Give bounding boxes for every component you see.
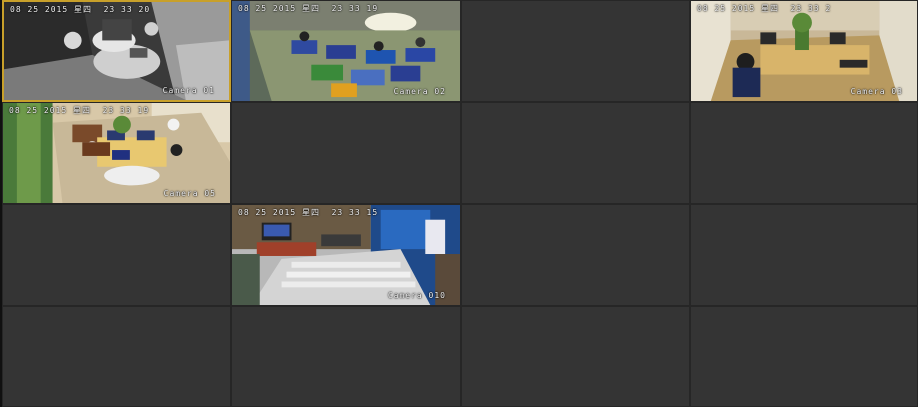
- camera-label: Camera 02: [393, 87, 446, 96]
- camera-tile-15[interactable]: [461, 306, 690, 407]
- camera-tile-6[interactable]: [231, 102, 461, 204]
- camera-tile-14[interactable]: [231, 306, 461, 407]
- camera-tile-2[interactable]: 08 25 2015 星四 23 33 19 Camera 02: [231, 0, 461, 102]
- camera-timestamp: 08 25 2015 星四 23 33 19: [9, 106, 150, 115]
- camera-feed-tatami-room: [691, 1, 917, 101]
- camera-timestamp: 08 25 2015 星四 23 33 2: [697, 4, 832, 13]
- camera-feed-lobby-stairs: [232, 205, 460, 305]
- camera-tile-5[interactable]: 08 25 2015 星四 23 33 19 Camera 05: [2, 102, 231, 204]
- camera-tile-9[interactable]: [2, 204, 231, 306]
- camera-feed-desk-group: [3, 103, 230, 203]
- camera-label: Camera 05: [163, 189, 216, 198]
- camera-grid: 08 25 2015 星四 23 33 20 Camera 01 08 25 2…: [0, 0, 918, 407]
- camera-tile-11[interactable]: [461, 204, 690, 306]
- camera-tile-12[interactable]: [690, 204, 918, 306]
- camera-tile-8[interactable]: [690, 102, 918, 204]
- camera-feed-cafe-room-wide: [232, 1, 460, 101]
- camera-label: Camera 01: [162, 86, 215, 95]
- camera-tile-7[interactable]: [461, 102, 690, 204]
- camera-tile-3[interactable]: [461, 0, 690, 102]
- camera-label: Camera 03: [850, 87, 903, 96]
- camera-timestamp: 08 25 2015 星四 23 33 15: [238, 208, 379, 217]
- camera-tile-16[interactable]: [690, 306, 918, 407]
- camera-tile-13[interactable]: [2, 306, 231, 407]
- camera-tile-10[interactable]: 08 25 2015 星四 23 33 15 Camera 010: [231, 204, 461, 306]
- camera-timestamp: 08 25 2015 星四 23 33 19: [238, 4, 379, 13]
- camera-tile-4[interactable]: 08 25 2015 星四 23 33 2 Camera 03: [690, 0, 918, 102]
- camera-timestamp: 08 25 2015 星四 23 33 20: [10, 5, 151, 14]
- camera-tile-1[interactable]: 08 25 2015 星四 23 33 20 Camera 01: [2, 0, 231, 102]
- camera-label: Camera 010: [387, 291, 446, 300]
